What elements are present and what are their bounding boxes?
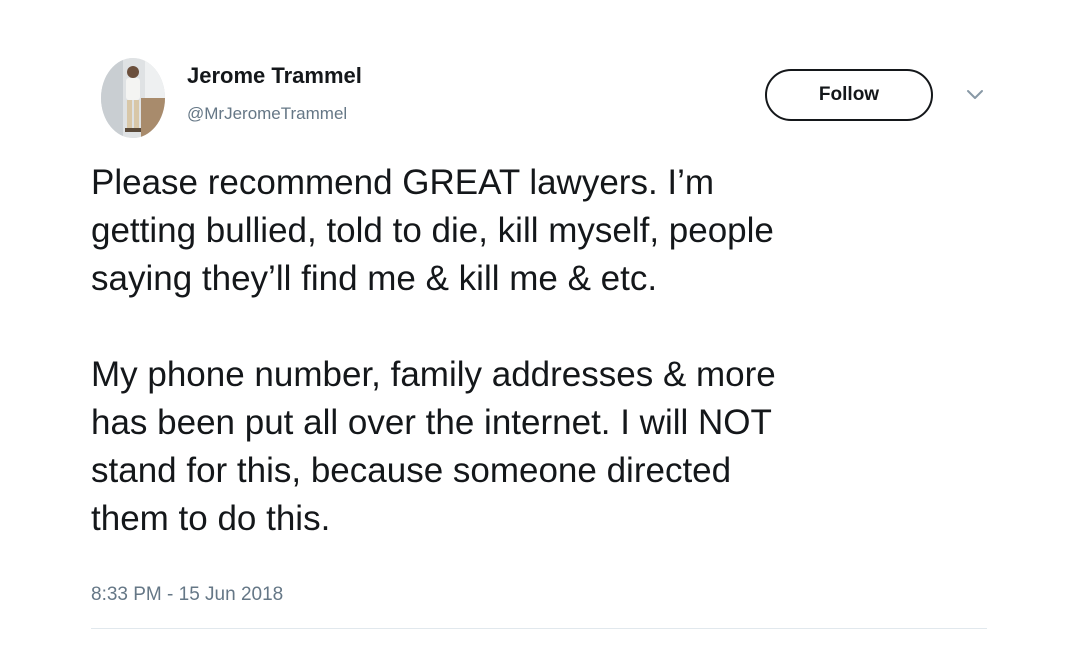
tweet-paragraph: My phone number, family addresses & more…	[91, 355, 776, 538]
follow-button[interactable]: Follow	[765, 69, 933, 121]
author-handle[interactable]: @MrJeromeTrammel	[187, 104, 347, 124]
divider	[91, 628, 987, 629]
tweet-timestamp[interactable]: 8:33 PM - 15 Jun 2018	[91, 584, 283, 606]
tweet-paragraph: Please recommend GREAT lawyers. I’m gett…	[91, 163, 774, 298]
chevron-down-icon[interactable]	[966, 89, 984, 101]
tweet-text: Please recommend GREAT lawyers. I’m gett…	[91, 159, 1031, 543]
avatar[interactable]	[101, 58, 165, 138]
avatar-photo-icon	[101, 58, 165, 138]
tweet-card: Jerome Trammel @MrJeromeTrammel Follow P…	[0, 0, 1071, 649]
author-name[interactable]: Jerome Trammel	[187, 63, 362, 89]
